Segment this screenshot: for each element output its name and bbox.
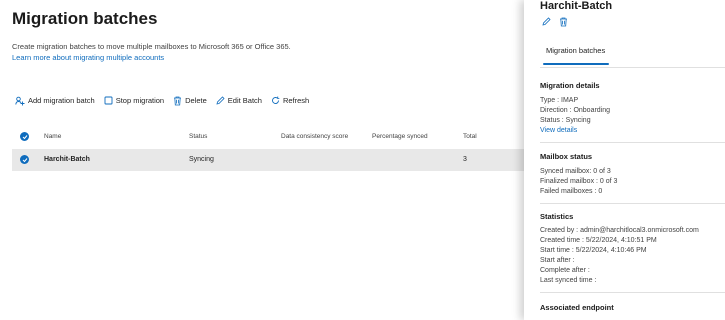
created-by: Created by : admin@harchitlocal3.onmicro… — [540, 227, 699, 234]
page-title: Migration batches — [12, 9, 158, 28]
start-time: Start time : 5/22/2024, 4:10:46 PM — [540, 247, 647, 254]
divider — [540, 203, 725, 204]
row-total: 3 — [463, 156, 467, 163]
details-panel: Harchit-Batch Migration batches Migratio… — [524, 0, 725, 320]
stop-migration-button[interactable]: Stop migration — [104, 96, 164, 105]
column-total[interactable]: Total — [463, 133, 477, 140]
complete-after: Complete after : — [540, 267, 590, 274]
edit-batch-button[interactable]: Edit Batch — [216, 96, 262, 105]
select-all-checkbox[interactable] — [20, 132, 29, 141]
detail-direction: Direction : Onboarding — [540, 107, 611, 114]
finalized-mailbox: Finalized mailbox : 0 of 3 — [540, 178, 618, 185]
divider — [540, 142, 725, 143]
failed-mailboxes: Failed mailboxes : 0 — [540, 188, 603, 195]
view-details-link[interactable]: View details — [540, 127, 577, 134]
statistics-title: Statistics — [540, 212, 574, 221]
mailbox-status-title: Mailbox status — [540, 152, 593, 161]
delete-button[interactable]: Delete — [173, 96, 207, 106]
column-name[interactable]: Name — [44, 133, 61, 140]
trash-icon — [174, 96, 182, 105]
stop-migration-label: Stop migration — [115, 96, 165, 105]
page-description: Create migration batches to move multipl… — [12, 42, 291, 51]
detail-type: Type : IMAP — [540, 97, 579, 104]
synced-mailbox: Synced mailbox: 0 of 3 — [540, 168, 611, 175]
row-checkbox[interactable] — [20, 155, 29, 164]
toolbar: Add migration batch Stop migration Delet… — [15, 94, 318, 107]
row-name: Harchit-Batch — [44, 156, 90, 163]
checkmark-icon — [22, 157, 27, 162]
edit-batch-label: Edit Batch — [227, 96, 262, 105]
refresh-label: Refresh — [282, 96, 310, 105]
column-percentage[interactable]: Percentage synced — [372, 133, 428, 140]
migration-details-title: Migration details — [540, 81, 600, 90]
pencil-icon — [216, 96, 225, 105]
column-consistency[interactable]: Data consistency score — [281, 133, 348, 140]
refresh-button[interactable]: Refresh — [271, 96, 309, 105]
table-header: Name Status Data consistency score Perce… — [12, 129, 524, 145]
panel-title: Harchit-Batch — [540, 0, 613, 12]
add-migration-batch-button[interactable]: Add migration batch — [15, 96, 95, 106]
detail-status: Status : Syncing — [540, 117, 591, 124]
divider — [540, 67, 725, 68]
edit-icon[interactable] — [542, 17, 551, 27]
add-migration-batch-label: Add migration batch — [28, 96, 95, 105]
tab-label: Migration batches — [546, 46, 606, 55]
row-status: Syncing — [189, 156, 214, 163]
panel-actions — [542, 17, 576, 27]
learn-more-link[interactable]: Learn more about migrating multiple acco… — [12, 53, 164, 62]
main-content: Migration batches Create migration batch… — [0, 0, 524, 320]
last-synced-time: Last synced time : — [540, 277, 597, 284]
tab-migration-batches[interactable]: Migration batches — [540, 46, 610, 65]
associated-endpoint-title: Associated endpoint — [540, 303, 614, 312]
checkmark-icon — [22, 134, 27, 139]
delete-icon[interactable] — [559, 17, 568, 27]
stop-icon — [104, 96, 113, 105]
column-status[interactable]: Status — [189, 133, 207, 140]
refresh-icon — [272, 96, 280, 104]
tab-underline — [543, 63, 609, 65]
divider — [540, 292, 725, 293]
people-add-icon — [15, 96, 25, 105]
table-row[interactable]: Harchit-Batch Syncing 3 — [12, 149, 524, 171]
start-after: Start after : — [540, 257, 575, 264]
created-time: Created time : 5/22/2024, 4:10:51 PM — [540, 237, 657, 244]
delete-label: Delete — [185, 96, 207, 105]
